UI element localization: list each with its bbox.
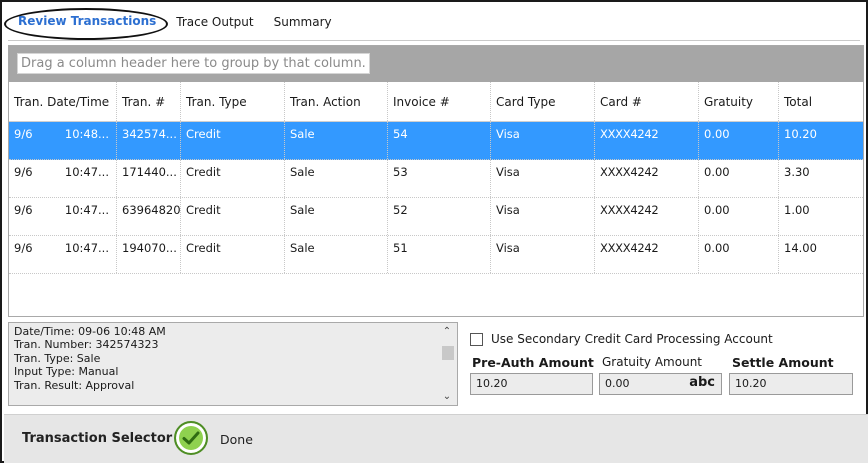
cell-tran-action: Sale — [285, 160, 388, 197]
checkmark-glyph — [182, 431, 200, 445]
cell-time: 10:47... — [64, 241, 109, 255]
cell-tran-type: Credit — [181, 198, 285, 235]
group-by-panel[interactable]: Drag a column header here to group by th… — [9, 46, 863, 82]
preauth-amount-field[interactable]: 10.20 — [470, 373, 593, 395]
cell-total: 10.20 — [784, 127, 817, 141]
col-header-tran-action[interactable]: Tran. Action — [285, 82, 388, 121]
secondary-account-label: Use Secondary Credit Card Processing Acc… — [491, 332, 773, 346]
transaction-details-text: Date/Time: 09-06 10:48 AM Tran. Number: … — [14, 325, 166, 392]
footer-title: Transaction Selector — [22, 431, 173, 446]
transactions-grid: Drag a column header here to group by th… — [8, 45, 864, 317]
cell-gratuity: 0.00 — [699, 122, 779, 159]
cell-gratuity: 0.00 — [699, 236, 779, 273]
col-header-card-num[interactable]: Card # — [595, 82, 699, 121]
col-header-date-time[interactable]: Tran. Date/Time — [9, 82, 117, 121]
col-header-tran-num[interactable]: Tran. # — [117, 82, 181, 121]
cell-tran-action: Sale — [285, 236, 388, 273]
chevron-down-icon[interactable]: ⌄ — [440, 391, 454, 402]
tab-divider — [8, 40, 860, 41]
col-header-tran-type[interactable]: Tran. Type — [181, 82, 285, 121]
cell-invoice: 52 — [388, 198, 491, 235]
cell-date-time: 9/6 10:47... — [9, 160, 117, 197]
cell-date-time: 9/6 10:47... — [9, 236, 117, 273]
detail-line-tran-number: Tran. Number: 342574323 — [14, 338, 159, 352]
secondary-account-checkbox[interactable] — [470, 332, 483, 346]
detail-line-input-type: Input Type: Manual — [14, 365, 119, 379]
footer-bar: Transaction Selector Done — [4, 414, 868, 463]
transaction-details-box[interactable]: Date/Time: 09-06 10:48 AM Tran. Number: … — [8, 322, 458, 406]
cell-card-type: Visa — [491, 198, 595, 235]
check-circle-icon[interactable] — [174, 421, 208, 455]
cell-card-num: XXXX4242 — [595, 122, 699, 159]
settle-amount-label: Settle Amount — [732, 355, 834, 370]
cell-invoice: 53 — [388, 160, 491, 197]
cell-tran-num: 63964820 — [117, 198, 181, 235]
grid-header: Tran. Date/Time Tran. # Tran. Type Tran.… — [9, 82, 863, 122]
gratuity-amount-field[interactable]: 0.00 abc — [599, 373, 722, 395]
detail-line-tran-type: Tran. Type: Sale — [14, 351, 101, 365]
col-header-total[interactable]: Total — [779, 82, 863, 121]
col-header-card-type[interactable]: Card Type — [491, 82, 595, 121]
table-row[interactable]: 9/6 10:47... 63964820 Credit Sale 52 Visa… — [9, 198, 863, 236]
cell-date: 9/6 — [14, 165, 33, 179]
tab-trace-output[interactable]: Trace Output — [166, 15, 263, 29]
cell-time: 10:47... — [64, 203, 109, 217]
settle-amount-field[interactable]: 10.20 — [729, 373, 853, 395]
cell-gratuity: 0.00 — [699, 198, 779, 235]
cell-tran-action: Sale — [285, 198, 388, 235]
preauth-amount-label: Pre-Auth Amount — [472, 355, 594, 370]
keyboard-abc-button[interactable]: abc — [689, 375, 715, 390]
detail-line-tran-result: Tran. Result: Approval — [14, 378, 135, 392]
cell-tran-num: 194070... — [117, 236, 181, 273]
done-button[interactable]: Done — [220, 432, 253, 447]
gratuity-amount-value: 0.00 — [605, 377, 630, 390]
secondary-account-option[interactable]: Use Secondary Credit Card Processing Acc… — [470, 332, 773, 346]
tab-review-transactions[interactable]: Review Transactions — [3, 8, 169, 40]
cell-date-time: 9/6 10:47... — [9, 198, 117, 235]
col-header-gratuity[interactable]: Gratuity — [699, 82, 779, 121]
cell-invoice: 54 — [388, 122, 491, 159]
cell-time: 10:48... — [64, 127, 109, 141]
group-by-prompt: Drag a column header here to group by th… — [17, 53, 370, 74]
cell-gratuity: 0.00 — [699, 160, 779, 197]
cell-card-type: Visa — [491, 236, 595, 273]
gratuity-amount-label: Gratuity Amount — [602, 355, 703, 369]
cell-date: 9/6 — [14, 203, 33, 217]
cell-date-time: 9/6 10:48... — [9, 122, 117, 159]
cell-date: 9/6 — [14, 127, 33, 141]
cell-total: 3.30 — [784, 165, 810, 179]
detail-line-date-time: Date/Time: 09-06 10:48 AM — [14, 325, 166, 338]
cell-tran-type: Credit — [181, 160, 285, 197]
cell-card-num: XXXX4242 — [595, 198, 699, 235]
cell-total: 14.00 — [784, 241, 817, 255]
cell-card-type: Visa — [491, 122, 595, 159]
table-row[interactable]: 9/6 10:48... 342574... Credit Sale 54 Vis… — [9, 122, 863, 160]
cell-time: 10:47... — [64, 165, 109, 179]
table-row[interactable]: 9/6 10:47... 171440... Credit Sale 53 Vis… — [9, 160, 863, 198]
chevron-up-icon[interactable]: ⌃ — [440, 326, 454, 337]
tab-bar: Review Transactions Trace Output Summary — [3, 6, 342, 40]
cell-card-type: Visa — [491, 160, 595, 197]
cell-tran-num: 342574... — [117, 122, 181, 159]
cell-tran-type: Credit — [181, 122, 285, 159]
transaction-window: Review Transactions Trace Output Summary… — [0, 0, 868, 463]
details-scrollbar[interactable]: ⌃ ⌄ — [440, 326, 454, 402]
cell-tran-num: 171440... — [117, 160, 181, 197]
scroll-thumb[interactable] — [442, 346, 454, 360]
cell-card-num: XXXX4242 — [595, 236, 699, 273]
cell-date: 9/6 — [14, 241, 33, 255]
cell-tran-type: Credit — [181, 236, 285, 273]
cell-tran-action: Sale — [285, 122, 388, 159]
col-header-invoice[interactable]: Invoice # — [388, 82, 491, 121]
table-row[interactable]: 9/6 10:47... 194070... Credit Sale 51 Vis… — [9, 236, 863, 274]
cell-total: 1.00 — [784, 203, 810, 217]
tab-summary[interactable]: Summary — [264, 15, 342, 29]
cell-card-num: XXXX4242 — [595, 160, 699, 197]
cell-invoice: 51 — [388, 236, 491, 273]
